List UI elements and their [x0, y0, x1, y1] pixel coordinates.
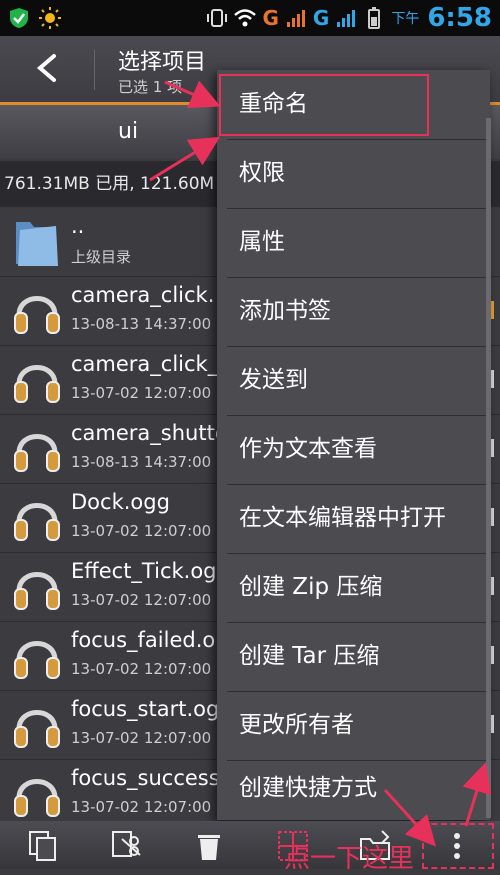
- signal-icon: [286, 10, 305, 27]
- menu-item-add-bookmark[interactable]: 添加书签: [217, 277, 490, 346]
- selection-count: 已选 1 项: [118, 78, 183, 96]
- shield-icon: [10, 8, 28, 28]
- file-name: ..: [71, 214, 85, 238]
- menu-item-properties[interactable]: 属性: [217, 208, 490, 277]
- network-type-label: G: [262, 6, 279, 30]
- cut-icon[interactable]: [110, 829, 144, 863]
- file-name: Dock.ogg: [71, 490, 170, 514]
- file-name: focus_success: [71, 766, 220, 790]
- menu-item-permissions[interactable]: 权限: [217, 139, 490, 208]
- file-name: camera_shutte: [71, 421, 228, 445]
- clock: 6:58: [427, 3, 492, 33]
- menu-item-create-tar[interactable]: 创建 Tar 压缩: [217, 622, 490, 691]
- headphones-icon: [14, 365, 60, 403]
- file-name: focus_start.og: [71, 697, 220, 721]
- menu-item-create-shortcut[interactable]: 创建快捷方式: [217, 760, 490, 820]
- vibrate-icon: [207, 9, 228, 27]
- folder-icon: [16, 222, 58, 266]
- delete-icon[interactable]: [192, 829, 226, 863]
- annotation-text: 点一下这里: [284, 844, 415, 874]
- headphones-icon: [14, 779, 60, 817]
- status-bar: G G 下午 6:58: [0, 0, 500, 36]
- file-date: 13-08-13 14:37:00: [71, 453, 212, 471]
- headphones-icon: [14, 434, 60, 472]
- file-name: focus_failed.o: [71, 628, 216, 652]
- file-date: 13-07-02 12:07:00: [71, 660, 212, 678]
- headphones-icon: [14, 710, 60, 748]
- file-date: 13-07-02 12:07:00: [71, 384, 212, 402]
- network-type-label-2: G: [312, 6, 330, 30]
- back-arrow-icon[interactable]: [30, 50, 66, 86]
- page-title: 选择项目: [118, 50, 207, 75]
- menu-item-view-as-text[interactable]: 作为文本查看: [217, 415, 490, 484]
- signal-icon-2: [337, 10, 356, 27]
- battery-icon: [368, 7, 381, 29]
- file-name: camera_click.: [71, 283, 215, 307]
- sun-icon: [39, 7, 61, 29]
- headphones-icon: [14, 641, 60, 679]
- headphones-icon: [14, 503, 60, 541]
- file-date: 13-07-02 12:07:00: [71, 798, 212, 816]
- copy-icon[interactable]: [26, 829, 60, 863]
- file-date: 13-07-02 12:07:00: [71, 522, 212, 540]
- file-name: camera_click_: [71, 352, 219, 376]
- file-date: 上级目录: [71, 248, 132, 266]
- menu-item-send-to[interactable]: 发送到: [217, 346, 490, 415]
- headphones-icon: [14, 296, 60, 334]
- file-date: 13-07-02 12:07:00: [71, 729, 212, 747]
- menu-item-open-in-editor[interactable]: 在文本编辑器中打开: [217, 484, 490, 553]
- rename-highlight-box: [219, 74, 429, 136]
- context-menu: 重命名 权限 属性 添加书签 发送到 作为文本查看 在文本编辑器中打开 创建 Z…: [217, 70, 490, 820]
- wifi-icon: [234, 9, 257, 27]
- file-name: Effect_Tick.og: [71, 559, 217, 583]
- annotation-box: [422, 823, 494, 869]
- menu-item-change-owner[interactable]: 更改所有者: [217, 691, 490, 760]
- am-pm-label: 下午: [391, 11, 420, 27]
- file-date: 13-07-02 12:07:00: [71, 591, 212, 609]
- title-divider: [94, 50, 95, 90]
- menu-scrollbar[interactable]: [486, 118, 491, 818]
- current-folder-label: ui: [118, 119, 139, 144]
- menu-item-create-zip[interactable]: 创建 Zip 压缩: [217, 553, 490, 622]
- headphones-icon: [14, 572, 60, 610]
- file-date: 13-08-13 14:37:00: [71, 315, 212, 333]
